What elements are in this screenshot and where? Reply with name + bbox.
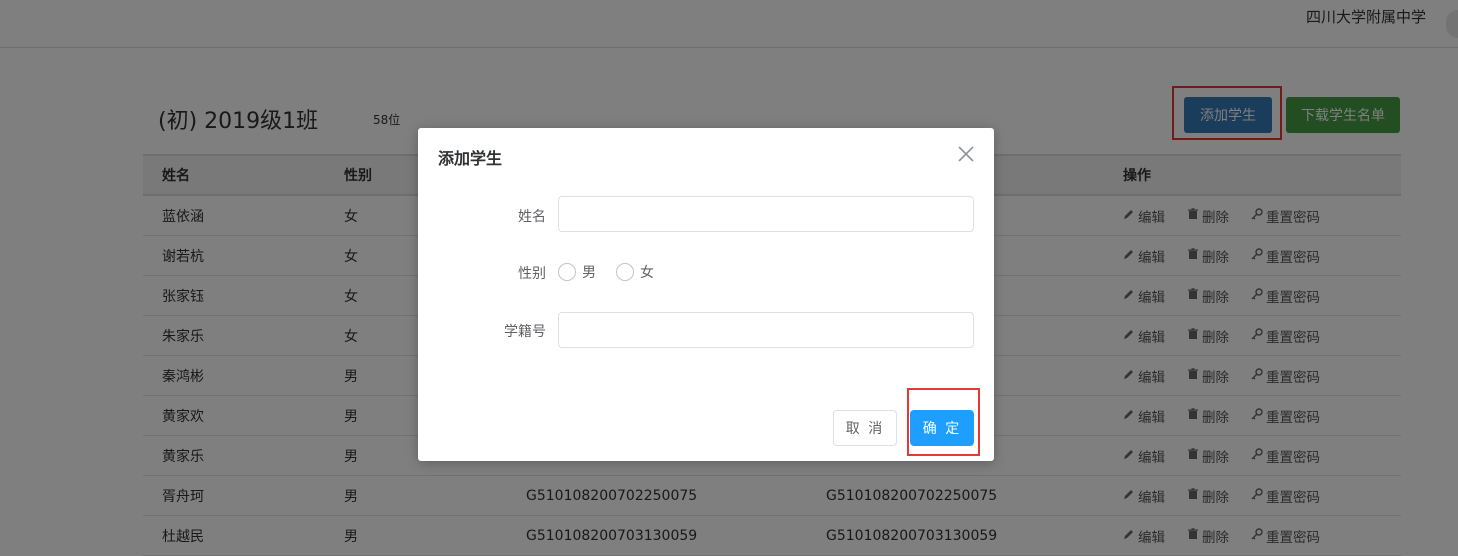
radio-label-female: 女 bbox=[640, 265, 654, 281]
gender-radio-male[interactable]: 男 bbox=[558, 262, 596, 282]
student-id-label: 学籍号 bbox=[504, 324, 546, 340]
close-icon[interactable] bbox=[956, 144, 976, 164]
dialog-title: 添加学生 bbox=[438, 149, 503, 168]
student-id-input[interactable] bbox=[558, 312, 974, 348]
gender-label: 性别 bbox=[518, 266, 546, 282]
name-input[interactable] bbox=[558, 196, 974, 232]
radio-circle[interactable] bbox=[616, 263, 634, 281]
name-label: 姓名 bbox=[518, 209, 546, 225]
gender-radio-female[interactable]: 女 bbox=[616, 262, 654, 282]
gender-radio-group: 男 女 bbox=[558, 262, 654, 282]
cancel-button[interactable]: 取 消 bbox=[833, 410, 897, 446]
radio-label-male: 男 bbox=[582, 265, 596, 281]
radio-circle[interactable] bbox=[558, 263, 576, 281]
confirm-button-highlight bbox=[907, 388, 980, 456]
